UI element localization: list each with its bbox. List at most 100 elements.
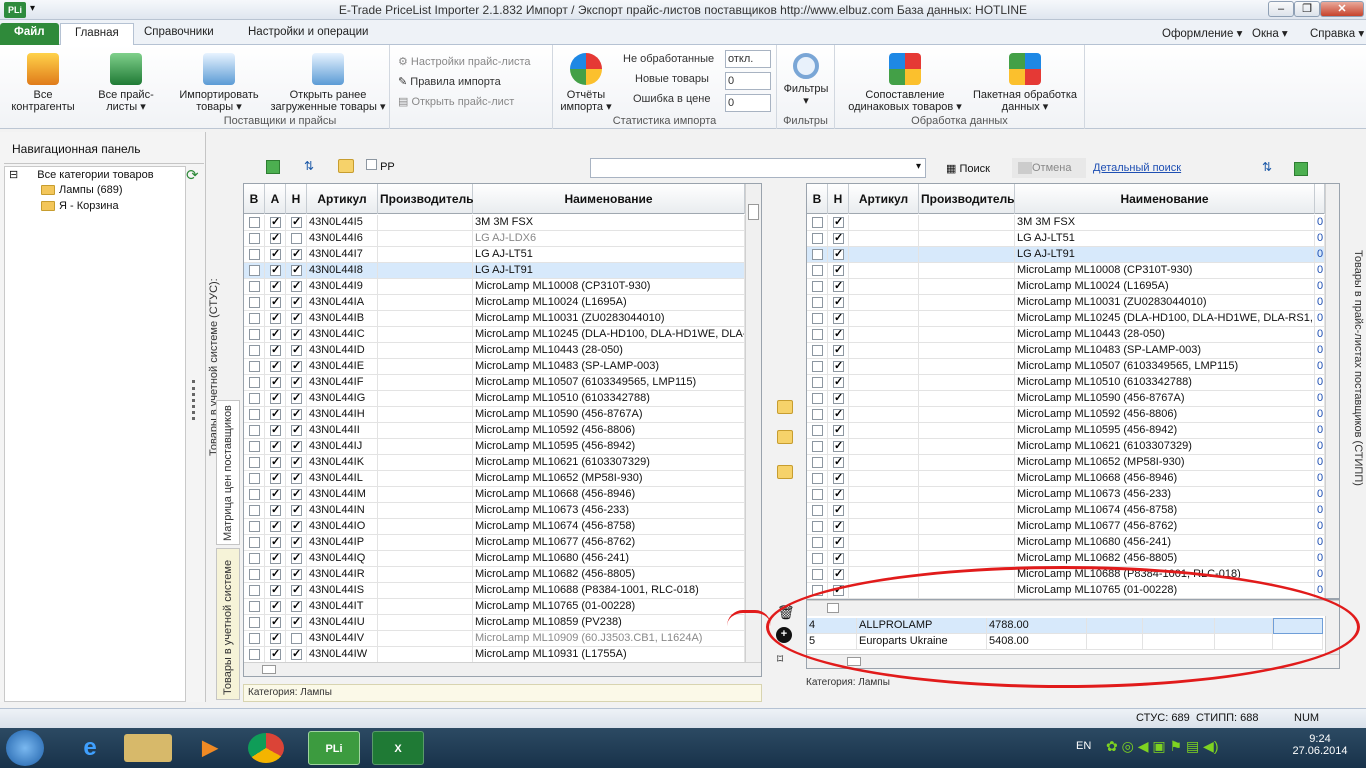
checkbox-b[interactable] [807, 279, 828, 295]
checkbox-h[interactable] [828, 327, 849, 343]
chevron-down-icon[interactable]: ▾ [916, 161, 921, 172]
checkbox-b[interactable] [244, 583, 265, 599]
table-row[interactable]: MicroLamp ML10652 (MP58I-930)0 [807, 455, 1325, 471]
checkbox-h[interactable] [828, 247, 849, 263]
checkbox-a[interactable] [265, 391, 286, 407]
checkbox-h[interactable] [286, 247, 307, 263]
table-row[interactable]: 43N0L44IV MicroLamp ML10909 (60.J3503.CB1… [244, 631, 745, 647]
filters-button[interactable]: Фильтры ▾ [781, 53, 831, 107]
table-row[interactable]: 43N0L44IN MicroLamp ML10673 (456-233) [244, 503, 745, 519]
checkbox-h[interactable] [286, 391, 307, 407]
checkbox-h[interactable] [286, 471, 307, 487]
table-row[interactable]: MicroLamp ML10483 (SP-LAMP-003)0 [807, 343, 1325, 359]
checkbox-h[interactable] [828, 359, 849, 375]
checkbox-h[interactable] [828, 295, 849, 311]
table-row[interactable]: 43N0L44IB MicroLamp ML10031 (ZU0283044010… [244, 311, 745, 327]
checkbox-b[interactable] [807, 407, 828, 423]
checkbox-h[interactable] [286, 359, 307, 375]
table-row[interactable]: 43N0L44IQ MicroLamp ML10680 (456-241) [244, 551, 745, 567]
checkbox-h[interactable] [286, 519, 307, 535]
ie-icon[interactable]: e [64, 731, 116, 765]
table-row[interactable]: 43N0L44ID MicroLamp ML10443 (28-050) [244, 343, 745, 359]
col-h-right[interactable]: H [828, 184, 849, 214]
table-row[interactable]: 43N0L44IU MicroLamp ML10859 (PV238) [244, 615, 745, 631]
table-row[interactable]: MicroLamp ML10677 (456-8762)0 [807, 519, 1325, 535]
excel-taskbar[interactable]: X [372, 731, 424, 765]
checkbox-b[interactable] [244, 487, 265, 503]
checkbox-h[interactable] [286, 343, 307, 359]
checkbox-b[interactable] [244, 503, 265, 519]
edit-link-icon[interactable] [777, 465, 793, 479]
checkbox-a[interactable] [265, 647, 286, 663]
checkbox-b[interactable] [807, 375, 828, 391]
refresh-icon[interactable]: ⟳ [186, 166, 199, 184]
checkbox-b[interactable] [244, 647, 265, 663]
checkbox-a[interactable] [265, 295, 286, 311]
table-row[interactable]: 43N0L44IT MicroLamp ML10765 (01-00228) [244, 599, 745, 615]
checkbox-b[interactable] [244, 311, 265, 327]
checkbox-h[interactable] [828, 487, 849, 503]
table-row[interactable]: MicroLamp ML10008 (CP310T-930)0 [807, 263, 1325, 279]
sort-icon-right[interactable]: ⇅ [1262, 160, 1272, 174]
checkbox-a[interactable] [265, 615, 286, 631]
checkbox-h[interactable] [286, 615, 307, 631]
checkbox-a[interactable] [265, 551, 286, 567]
table-row[interactable]: 43N0L44II MicroLamp ML10592 (456-8806) [244, 423, 745, 439]
checkbox-b[interactable] [807, 295, 828, 311]
import-reports-button[interactable]: Отчёты импорта ▾ [557, 53, 615, 113]
table-row[interactable]: 43N0L44IW MicroLamp ML10931 (L1755A) [244, 647, 745, 663]
checkbox-h[interactable] [286, 279, 307, 295]
checkbox-b[interactable] [807, 231, 828, 247]
unlink-icon[interactable] [777, 430, 793, 444]
table-row[interactable]: MicroLamp ML10680 (456-241)0 [807, 535, 1325, 551]
language-indicator[interactable]: EN [1076, 740, 1091, 752]
checkbox-b[interactable] [244, 359, 265, 375]
checkbox-b[interactable] [244, 327, 265, 343]
checkbox-b[interactable] [244, 471, 265, 487]
checkbox-b[interactable] [244, 455, 265, 471]
table-row[interactable]: MicroLamp ML10592 (456-8806)0 [807, 407, 1325, 423]
checkbox-h[interactable] [828, 535, 849, 551]
checkbox-b[interactable] [807, 247, 828, 263]
checkbox-b[interactable] [807, 471, 828, 487]
table-row[interactable]: 43N0L44IE MicroLamp ML10483 (SP-LAMP-003) [244, 359, 745, 375]
table-row[interactable]: 43N0L44I7 LG AJ-LT51 [244, 247, 745, 263]
col-name[interactable]: Наименование [473, 184, 745, 214]
checkbox-a[interactable] [265, 519, 286, 535]
col-h[interactable]: H [286, 184, 307, 214]
checkbox-a[interactable] [265, 439, 286, 455]
checkbox-h[interactable] [828, 375, 849, 391]
tree-root[interactable]: ⊟ Все категории товаров [9, 168, 154, 181]
table-row[interactable]: 43N0L44IH MicroLamp ML10590 (456-8767A) [244, 407, 745, 423]
checkbox-a[interactable] [265, 455, 286, 471]
table-row[interactable]: MicroLamp ML10668 (456-8946)0 [807, 471, 1325, 487]
checkbox-b[interactable] [244, 407, 265, 423]
checkbox-b[interactable] [807, 519, 828, 535]
chrome-icon[interactable] [248, 733, 284, 763]
table-row[interactable]: 43N0L44IP MicroLamp ML10677 (456-8762) [244, 535, 745, 551]
table-row[interactable]: MicroLamp ML10621 (6103307329)0 [807, 439, 1325, 455]
checkbox-h[interactable] [286, 327, 307, 343]
start-button[interactable] [6, 730, 44, 766]
checkbox-a[interactable] [265, 423, 286, 439]
open-folder-icon[interactable] [338, 159, 354, 173]
match-goods-button[interactable]: Сопоставление одинаковых товаров ▾ [841, 53, 969, 113]
col-article-right[interactable]: Артикул [849, 184, 919, 214]
search-input[interactable]: ▾ [590, 158, 926, 178]
checkbox-b[interactable] [244, 615, 265, 631]
table-row[interactable]: MicroLamp ML10510 (6103342788)0 [807, 375, 1325, 391]
table-row[interactable]: 43N0L44IO MicroLamp ML10674 (456-8758) [244, 519, 745, 535]
table-row[interactable]: 43N0L44IF MicroLamp ML10507 (6103349565, … [244, 375, 745, 391]
export-icon[interactable] [266, 160, 280, 174]
checkbox-a[interactable] [265, 631, 286, 647]
batch-processing-button[interactable]: Пакетная обработка данных ▾ [969, 53, 1081, 113]
right-vscroll[interactable] [1325, 184, 1339, 598]
checkbox-b[interactable] [244, 247, 265, 263]
checkbox-b[interactable] [244, 215, 265, 231]
left-vscroll[interactable] [745, 184, 761, 662]
checkbox-h[interactable] [286, 647, 307, 663]
checkbox-h[interactable] [828, 551, 849, 567]
checkbox-h[interactable] [286, 423, 307, 439]
checkbox-a[interactable] [265, 407, 286, 423]
pp-checkbox[interactable]: PP [366, 159, 395, 173]
